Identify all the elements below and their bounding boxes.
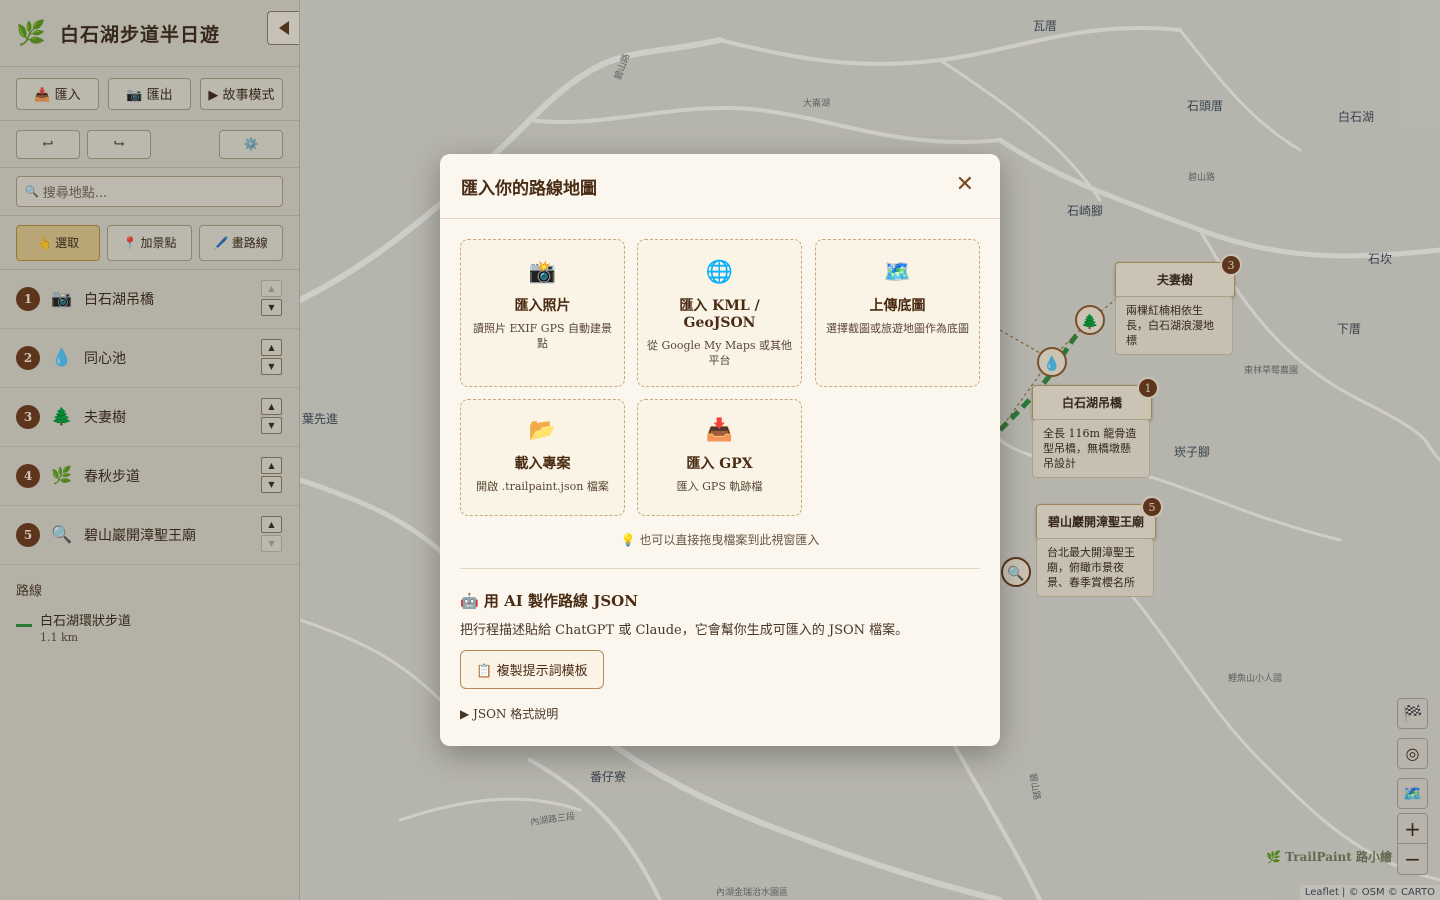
drag-drop-hint: 💡 也可以直接拖曳檔案到此視窗匯入 [620, 533, 820, 547]
import-photos-option[interactable]: 📸 匯入照片 讀照片 EXIF GPS 自動建景點 [460, 239, 625, 387]
copy-prompt-template-button[interactable]: 📋 複製提示詞模板 [460, 650, 604, 689]
upload-basemap-option[interactable]: 🗺️ 上傳底圖 選擇截圖或旅遊地圖作為底圖 [815, 239, 980, 387]
map-icon: 🗺️ [883, 260, 912, 285]
import-kml-option[interactable]: 🌐 匯入 KML / GeoJSON 從 Google My Maps 或其他平… [637, 239, 802, 387]
option-description: 開啟 .trailpaint.json 檔案 [476, 480, 609, 493]
camera-flash-icon: 📸 [528, 260, 557, 285]
load-project-option[interactable]: 📂 載入專案 開啟 .trailpaint.json 檔案 [460, 399, 625, 516]
ai-section-description: 把行程描述貼給 ChatGPT 或 Claude，它會幫你生成可匯入的 JSON… [460, 623, 909, 638]
option-title: 匯入 GPX [686, 456, 753, 472]
import-options-grid: 📸 匯入照片 讀照片 EXIF GPS 自動建景點 🌐 匯入 KML / Geo… [460, 239, 980, 516]
import-gpx-option[interactable]: 📥 匯入 GPX 匯入 GPS 軌跡檔 [637, 399, 802, 516]
option-description: 讀照片 EXIF GPS 自動建景點 [472, 322, 613, 350]
option-title: 匯入照片 [514, 298, 571, 314]
import-modal: 匯入你的路線地圖 ✕ 📸 匯入照片 讀照片 EXIF GPS 自動建景點 🌐 匯… [440, 154, 1000, 746]
option-title: 載入專案 [514, 456, 571, 472]
close-icon[interactable]: ✕ [956, 174, 974, 196]
option-description: 匯入 GPS 軌跡檔 [676, 480, 763, 493]
option-description: 從 Google My Maps 或其他平台 [646, 339, 793, 367]
folder-icon: 📂 [528, 418, 557, 443]
option-description: 選擇截圖或旅遊地圖作為底圖 [826, 322, 969, 335]
globe-icon: 🌐 [705, 260, 734, 285]
modal-header: 匯入你的路線地圖 ✕ [440, 154, 1000, 219]
option-title: 上傳底圖 [869, 298, 926, 314]
divider [460, 568, 980, 569]
inbox-tray-icon: 📥 [705, 418, 734, 443]
modal-title: 匯入你的路線地圖 [461, 178, 597, 199]
json-format-help-toggle[interactable]: ▶ JSON 格式說明 [460, 705, 558, 722]
ai-section-title: 🤖 用 AI 製作路線 JSON [460, 592, 638, 610]
option-title: 匯入 KML / GeoJSON [679, 298, 760, 331]
